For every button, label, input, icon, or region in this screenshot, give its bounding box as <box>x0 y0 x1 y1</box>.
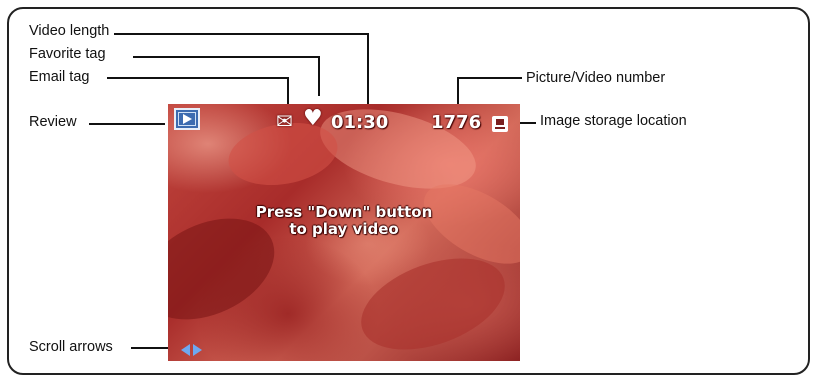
picture-video-number-label: Picture/Video number <box>526 70 666 86</box>
favorite-tag-label: Favorite tag <box>29 46 106 62</box>
email-tag-line <box>107 77 289 104</box>
heart-icon: ♥ <box>303 106 323 131</box>
storage-location-icon <box>492 116 508 132</box>
review-label: Review <box>29 114 77 130</box>
email-icon: ✉ <box>276 109 293 133</box>
image-storage-location-label: Image storage location <box>540 113 687 129</box>
review-icon <box>174 108 200 130</box>
scroll-arrows[interactable] <box>181 344 205 356</box>
picture-number-line <box>457 77 522 104</box>
video-length-label: Video length <box>29 23 110 39</box>
camera-lcd-screen: ✉ ♥ 01:30 1776 Press "Down" button to pl… <box>168 104 520 361</box>
video-length-line <box>114 33 369 104</box>
email-tag-label: Email tag <box>29 69 90 85</box>
play-video-message: Press "Down" button to play video <box>168 204 520 238</box>
scroll-left-arrow-icon[interactable] <box>181 344 190 356</box>
favorite-tag-line <box>133 56 320 96</box>
message-line-1: Press "Down" button <box>255 203 433 221</box>
message-line-2: to play video <box>289 220 399 238</box>
scroll-arrows-label: Scroll arrows <box>29 339 113 355</box>
picture-number-value: 1776 <box>431 112 482 133</box>
scroll-right-arrow-icon[interactable] <box>193 344 202 356</box>
video-length-value: 01:30 <box>331 112 389 133</box>
